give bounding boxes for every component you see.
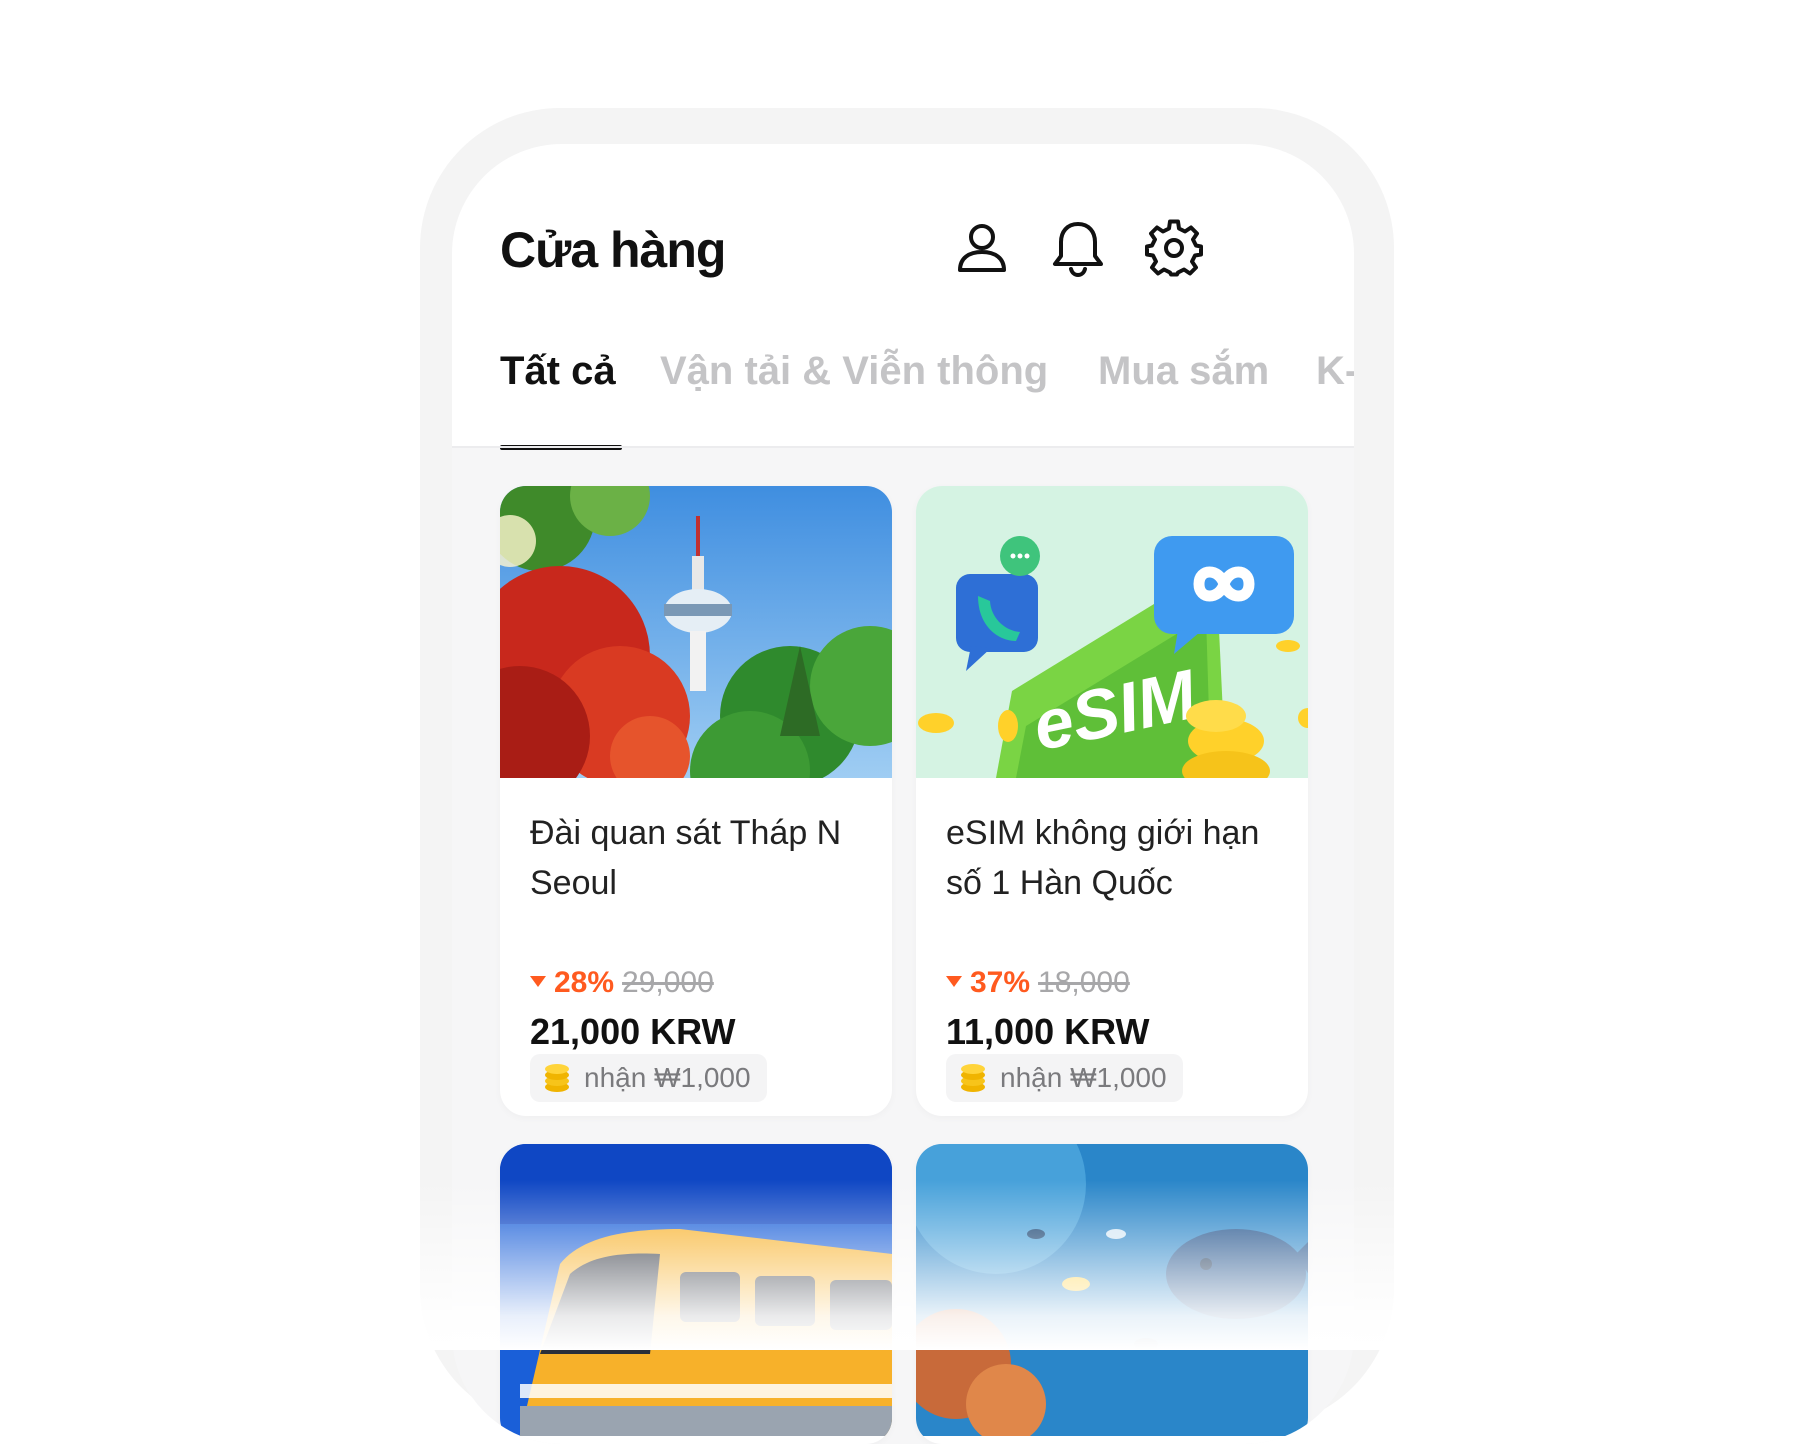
- tab-all[interactable]: Tất cả: [500, 349, 616, 394]
- app-header: Cửa hàng Tất cả Vận tải & Viễn thông Mua…: [452, 144, 1354, 450]
- product-card[interactable]: Đài quan sát Tháp N Seoul 28% 29,000 21,0…: [500, 486, 892, 1116]
- original-price: 29,000: [622, 966, 714, 999]
- coin-stack-icon: [540, 1061, 574, 1095]
- tabs-divider: [452, 446, 1354, 448]
- product-name: Đài quan sát Tháp N Seoul: [530, 814, 842, 902]
- coin-stack-icon: [956, 1061, 990, 1095]
- gear-icon[interactable]: [1144, 218, 1204, 278]
- tab-k[interactable]: K-: [1316, 349, 1354, 394]
- product-image-train: [500, 1144, 892, 1436]
- reward-text: nhận ₩1,000: [584, 1062, 751, 1093]
- product-price: 21,000 KRW: [530, 1011, 736, 1052]
- discount-percent: 28%: [554, 966, 615, 999]
- product-image-nseoul-tower: [500, 486, 892, 778]
- reward-badge: nhận ₩1,000: [946, 1054, 1183, 1102]
- discount-row: 37% 18,000: [946, 966, 1130, 1006]
- reward-badge: nhận ₩1,000: [530, 1054, 767, 1102]
- discount-percent: 37%: [970, 966, 1031, 999]
- discount-down-icon: [530, 975, 546, 987]
- page-title: Cửa hàng: [500, 222, 726, 278]
- tab-shopping[interactable]: Mua sắm: [1098, 349, 1269, 394]
- product-card[interactable]: [500, 1144, 892, 1444]
- product-card[interactable]: eSIM eSIM không giới hạn số 1 Hàn Quốc 3…: [916, 486, 1308, 1116]
- tab-transport-telecom[interactable]: Vận tải & Viễn thông: [660, 349, 1048, 394]
- product-card[interactable]: [916, 1144, 1308, 1444]
- product-price: 11,000 KRW: [946, 1011, 1150, 1052]
- product-image-esim: eSIM: [916, 486, 1308, 778]
- profile-icon[interactable]: [952, 218, 1012, 278]
- discount-down-icon: [946, 975, 962, 987]
- category-tabs: Tất cả Vận tải & Viễn thông Mua sắm K-: [452, 349, 1354, 450]
- reward-text: nhận ₩1,000: [1000, 1062, 1167, 1093]
- product-name: eSIM không giới hạn số 1 Hàn Quốc: [946, 814, 1260, 902]
- product-image-aquarium: [916, 1144, 1308, 1436]
- bell-icon[interactable]: [1048, 218, 1108, 278]
- phone-screen: Cửa hàng Tất cả Vận tải & Viễn thông Mua…: [452, 144, 1354, 1444]
- original-price: 18,000: [1038, 966, 1130, 999]
- discount-row: 28% 29,000: [530, 966, 714, 1006]
